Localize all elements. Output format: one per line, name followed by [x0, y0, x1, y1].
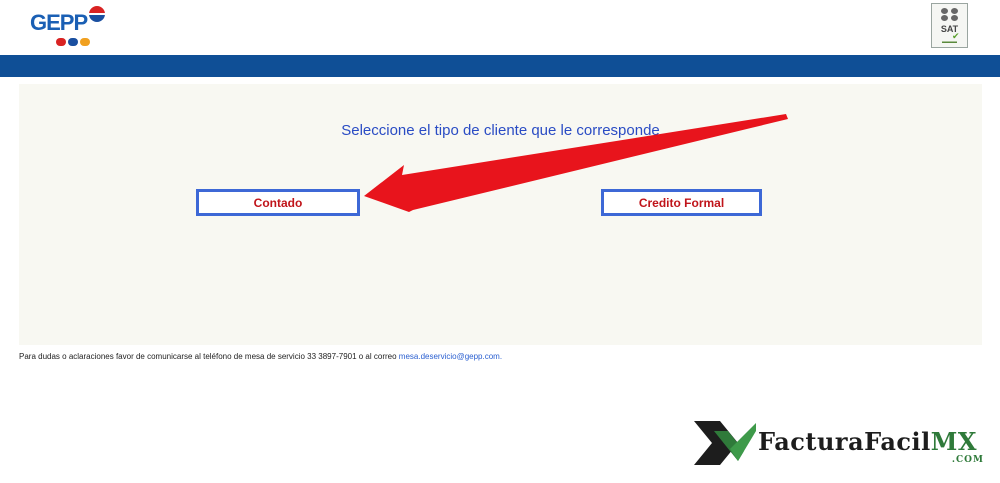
gepp-logo-text: GEPP	[30, 10, 88, 35]
top-nav-bar	[0, 55, 1000, 77]
contado-button[interactable]: Contado	[196, 189, 360, 216]
contact-text: Para dudas o aclaraciones favor de comun…	[19, 352, 399, 361]
header: GEPP SAT ✔ ▬▬▬	[0, 0, 1000, 55]
sat-logo: SAT ✔ ▬▬▬	[931, 3, 968, 48]
gepp-logo[interactable]: GEPP	[28, 4, 112, 50]
credito-formal-button[interactable]: Credito Formal	[601, 189, 762, 216]
brand-icon	[56, 38, 66, 46]
brand-icon	[80, 38, 90, 46]
pepsi-globe-icon	[89, 6, 105, 22]
sat-seal-stripe: ▬▬▬	[942, 39, 957, 45]
watermark-main: FacturaFacil	[758, 427, 931, 456]
watermark-suffix: .COM	[951, 455, 984, 465]
watermark-text: FacturaFacilMX	[758, 427, 977, 456]
watermark-accent: MX	[930, 427, 977, 456]
brand-icons	[56, 38, 90, 48]
email-link[interactable]: mesa.deservicio@gepp.com.	[399, 352, 502, 361]
facturafacil-logo-icon	[694, 421, 756, 465]
brand-icon	[68, 38, 78, 46]
sat-dots-icon	[941, 8, 959, 22]
facturafacil-watermark: FacturaFacilMX .COM	[694, 419, 988, 467]
client-type-panel: Seleccione el tipo de cliente que le cor…	[19, 84, 982, 345]
contact-note: Para dudas o aclaraciones favor de comun…	[19, 352, 502, 361]
sat-logo-text: SAT	[940, 24, 959, 34]
page-title: Seleccione el tipo de cliente que le cor…	[341, 122, 660, 139]
